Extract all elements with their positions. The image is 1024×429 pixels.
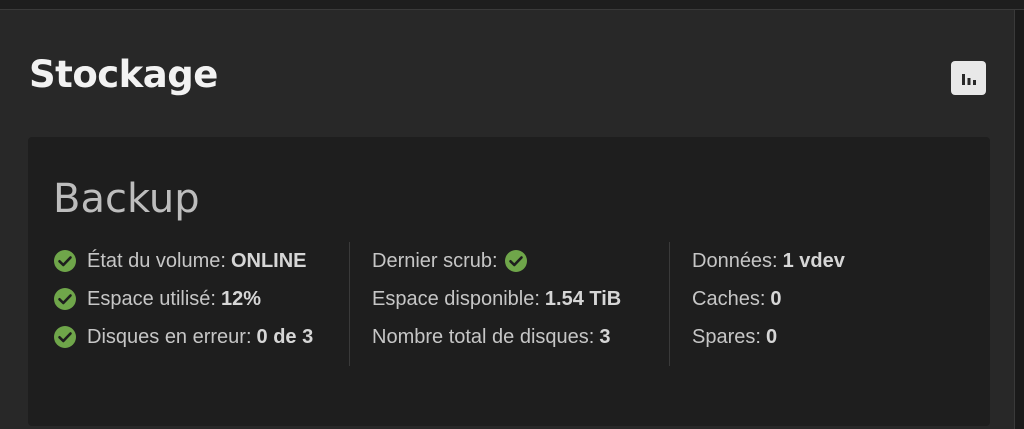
available-space-row: Espace disponible: 1.54 TiB	[350, 280, 668, 318]
spares-value: 0	[765, 325, 778, 348]
volume-state-value: ONLINE	[230, 249, 307, 272]
caches-row: Caches: 0	[670, 280, 970, 318]
caches-label: Caches:	[692, 287, 766, 310]
data-vdevs-label: Données:	[692, 249, 778, 272]
pool-topology-column: Données: 1 vdev Caches: 0 Spares: 0	[669, 242, 970, 366]
volume-state-row: État du volume: ONLINE	[53, 242, 347, 280]
last-scrub-label: Dernier scrub:	[372, 249, 498, 272]
volume-state-label: État du volume:	[87, 249, 226, 272]
spares-row: Spares: 0	[670, 318, 970, 356]
pool-panel: Backup État du volume: ONLINE Espace uti…	[28, 137, 990, 426]
total-disks-value: 3	[599, 325, 611, 348]
data-vdevs-value: 1 vdev	[782, 249, 845, 272]
check-circle-icon	[54, 250, 76, 272]
pool-status-column: État du volume: ONLINE Espace utilisé: 1…	[53, 242, 347, 366]
pool-name: Backup	[53, 176, 200, 222]
available-space-value: 1.54 TiB	[544, 287, 622, 310]
bar-chart-icon	[961, 74, 976, 85]
used-space-label: Espace utilisé:	[87, 287, 216, 310]
disk-errors-label: Disques en erreur:	[87, 325, 252, 348]
used-space-row: Espace utilisé: 12%	[53, 280, 347, 318]
spares-label: Spares:	[692, 325, 761, 348]
storage-card: Stockage Backup État du volume: ONLINE E…	[0, 10, 1015, 429]
check-circle-icon	[54, 288, 76, 310]
last-scrub-row: Dernier scrub:	[350, 242, 668, 280]
used-space-value: 12%	[220, 287, 261, 310]
available-space-label: Espace disponible:	[372, 287, 540, 310]
total-disks-row: Nombre total de disques: 3	[350, 318, 668, 356]
check-circle-icon	[504, 250, 527, 272]
disk-errors-row: Disques en erreur: 0 de 3	[53, 318, 347, 356]
pool-space-column: Dernier scrub: Espace disponible: 1.54 T…	[349, 242, 668, 366]
total-disks-label: Nombre total de disques:	[372, 325, 595, 348]
card-title: Stockage	[29, 53, 218, 96]
disk-errors-value: 0 de 3	[256, 325, 314, 348]
top-bar	[0, 0, 1024, 10]
stats-button[interactable]	[951, 61, 986, 95]
check-circle-icon	[54, 326, 76, 348]
data-vdevs-row: Données: 1 vdev	[670, 242, 970, 280]
caches-value: 0	[770, 287, 782, 310]
